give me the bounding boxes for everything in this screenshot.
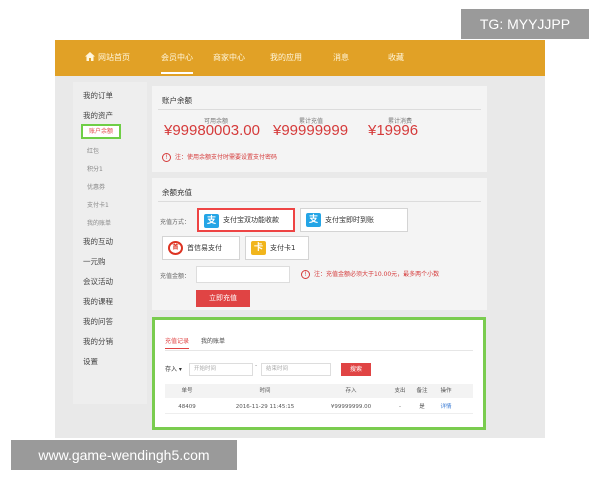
method-alipay-instant-label: 支付宝即时到账 xyxy=(325,216,374,224)
column-header: 备注 xyxy=(416,388,428,394)
nav-merchant-center[interactable]: 商家中心 xyxy=(213,40,245,76)
expense-cell: - xyxy=(399,404,401,410)
sidebar-item-settings[interactable]: 设置 xyxy=(83,356,98,367)
records-panel: 充值记录 我的账单 存入 ▾ 开始时间 - 结束时间 搜索 单号 时间 存入 支… xyxy=(152,317,486,430)
column-header: 支出 xyxy=(394,388,406,394)
recharge-panel: 余额充值 充值方式： 支支付宝双功能收款 支支付宝即时到账 首首信易支付 卡支付… xyxy=(152,178,487,310)
method-shouxin-label: 首信易支付 xyxy=(187,244,222,252)
nav-messages[interactable]: 消息 xyxy=(333,40,349,76)
nav-home-label: 网站首页 xyxy=(98,53,130,62)
sidebar-item-one-yuan[interactable]: 一元购 xyxy=(83,256,106,267)
column-header: 时间 xyxy=(259,388,271,394)
total-spend-value: ¥19996 xyxy=(368,122,419,139)
nav-my-apps[interactable]: 我的应用 xyxy=(270,40,302,76)
card-icon: 卡 xyxy=(251,241,266,255)
time-cell: 2016-11-29 11:45:15 xyxy=(235,404,295,410)
sidebar-item-events[interactable]: 会议活动 xyxy=(83,276,113,287)
method-alipay-dual-label: 支付宝双功能收款 xyxy=(223,216,279,224)
sidebar-item-interactions[interactable]: 我的互动 xyxy=(83,236,113,247)
sidebar-sub-my-bills[interactable]: 我的账单 xyxy=(87,218,111,227)
balance-note-text: 注：使用余额支付时需要设置支付密码 xyxy=(175,154,278,161)
balance-title: 账户余额 xyxy=(162,96,192,105)
balance-note: ! 注：使用余额支付时需要设置支付密码 xyxy=(162,152,277,162)
watermark-bottom: www.game-wendingh5.com xyxy=(11,440,237,470)
divider xyxy=(158,201,481,202)
table-row: 48409 2016-11-29 11:45:15 ¥99999999.00 -… xyxy=(165,400,473,414)
nav-member-center[interactable]: 会员中心 xyxy=(161,40,193,74)
bank-logo-icon: 首 xyxy=(168,241,183,255)
tab-recharge-records[interactable]: 充值记录 xyxy=(165,336,190,349)
sidebar-sub-pay-card[interactable]: 支付卡1 xyxy=(87,200,109,209)
available-balance-value: ¥99980003.00 xyxy=(164,122,260,139)
nav-home[interactable]: 网站首页 xyxy=(85,40,130,76)
column-header: 存入 xyxy=(345,388,357,394)
warning-icon: ! xyxy=(301,270,310,279)
divider xyxy=(158,109,481,110)
warning-icon: ! xyxy=(162,153,171,162)
type-filter-select[interactable]: 存入 ▾ xyxy=(165,363,185,376)
app-screenshot: 网站首页 会员中心 商家中心 我的应用 消息 收藏 我的订单 我的资产 账户余额… xyxy=(55,40,545,438)
remark-cell: 是 xyxy=(419,404,425,410)
watermark-top: TG: MYYJJPP xyxy=(461,9,589,39)
recharge-submit-button[interactable]: 立即充值 xyxy=(196,290,250,307)
sidebar-item-assets[interactable]: 我的资产 xyxy=(83,110,113,121)
method-pay-card-label: 支付卡1 xyxy=(270,244,296,252)
column-header: 单号 xyxy=(181,388,193,394)
sidebar-item-orders[interactable]: 我的订单 xyxy=(83,90,113,101)
sidebar-item-account-balance[interactable]: 账户余额 xyxy=(81,124,121,139)
sidebar-sub-coupons[interactable]: 优惠券 xyxy=(87,182,105,191)
method-label: 充值方式： xyxy=(160,219,191,226)
method-alipay-dual[interactable]: 支支付宝双功能收款 xyxy=(197,208,295,232)
details-link[interactable]: 详情 xyxy=(440,400,451,414)
nav-favorites[interactable]: 收藏 xyxy=(388,40,404,76)
home-icon xyxy=(85,52,95,61)
method-alipay-instant[interactable]: 支支付宝即时到账 xyxy=(300,208,408,232)
top-navigation: 网站首页 会员中心 商家中心 我的应用 消息 收藏 xyxy=(55,40,545,76)
recharge-title: 余额充值 xyxy=(162,188,192,197)
amount-note: ! 注：充值金额必须大于10.00元，最多两个小数 xyxy=(301,269,439,279)
deposit-cell: ¥99999999.00 xyxy=(330,404,372,410)
column-header: 操作 xyxy=(440,388,452,394)
date-separator: - xyxy=(255,362,258,369)
alipay-icon: 支 xyxy=(204,214,219,228)
search-button[interactable]: 搜索 xyxy=(341,363,371,376)
sidebar-item-qa[interactable]: 我的问答 xyxy=(83,316,113,327)
amount-input[interactable] xyxy=(196,266,290,283)
sidebar-item-distribution[interactable]: 我的分销 xyxy=(83,336,113,347)
sidebar: 我的订单 我的资产 账户余额 红包 积分1 优惠券 支付卡1 我的账单 我的互动… xyxy=(73,82,147,404)
order-number-cell: 48409 xyxy=(178,404,196,410)
alipay-icon: 支 xyxy=(306,213,321,227)
method-pay-card[interactable]: 卡支付卡1 xyxy=(245,236,309,260)
sidebar-sub-red-packet[interactable]: 红包 xyxy=(87,146,99,155)
sidebar-item-courses[interactable]: 我的课程 xyxy=(83,296,113,307)
balance-panel: 账户余额 可用余额 ¥99980003.00 累计充值 ¥99999999 累计… xyxy=(152,86,487,172)
method-shouxin[interactable]: 首首信易支付 xyxy=(162,236,240,260)
sidebar-sub-points[interactable]: 积分1 xyxy=(87,164,103,173)
total-recharge-value: ¥99999999 xyxy=(273,122,349,139)
start-date-input[interactable]: 开始时间 xyxy=(189,363,253,376)
amount-note-text: 注：充值金额必须大于10.00元，最多两个小数 xyxy=(314,271,440,278)
tab-my-bills[interactable]: 我的账单 xyxy=(201,336,225,345)
amount-label: 充值金额： xyxy=(160,273,191,280)
table-header: 单号 时间 存入 支出 备注 操作 xyxy=(165,384,473,398)
divider xyxy=(165,350,473,351)
end-date-input[interactable]: 结束时间 xyxy=(261,363,331,376)
